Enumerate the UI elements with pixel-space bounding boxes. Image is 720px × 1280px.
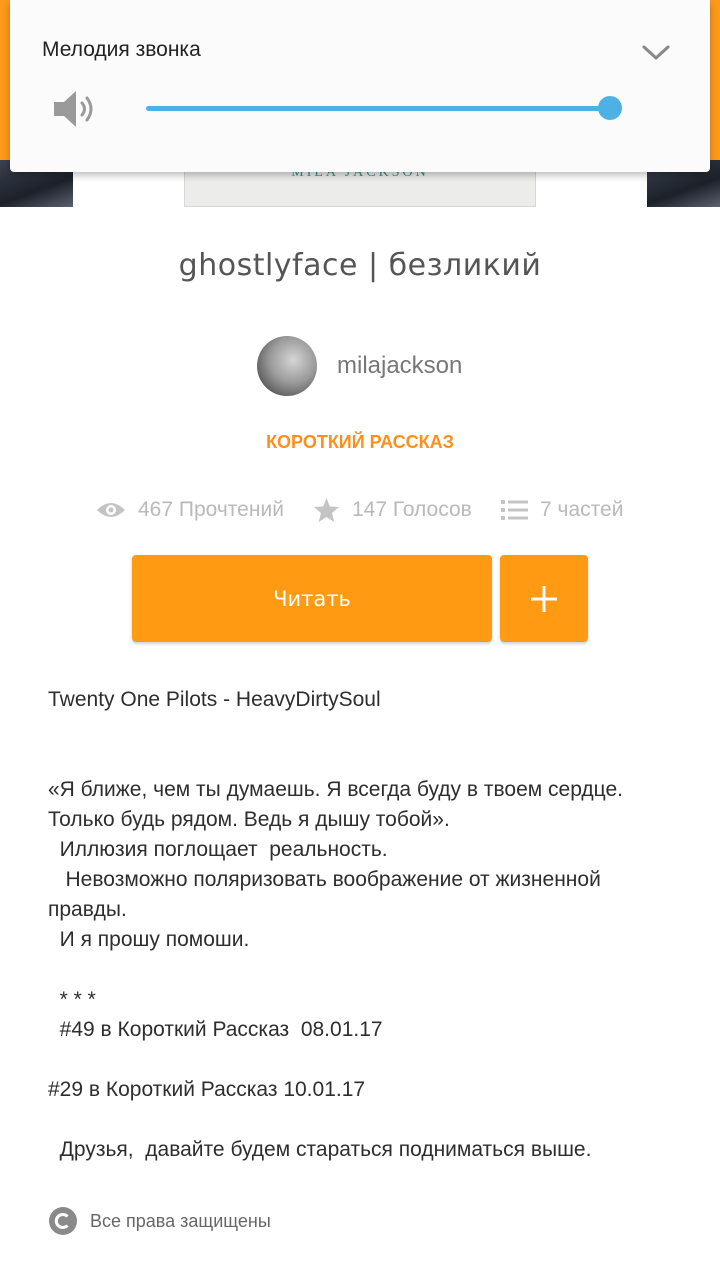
speaker-icon[interactable]	[52, 88, 100, 130]
author-avatar[interactable]	[257, 336, 317, 396]
story-category[interactable]: КОРОТКИЙ РАССКАЗ	[0, 432, 720, 453]
copyright-notice: Все права защищены	[48, 1206, 271, 1236]
volume-slider-fill	[146, 106, 610, 111]
votes-stat: 147 Голосов	[313, 492, 472, 528]
chevron-down-icon[interactable]	[638, 38, 674, 66]
parts-count: 7 частей	[540, 498, 624, 521]
description-line: #29 в Короткий Рассказ 10.01.17	[48, 1078, 366, 1101]
star-icon	[314, 498, 339, 522]
description-line: Только будь рядом. Ведь я дышу тобой».	[48, 808, 450, 831]
description-line: * * *	[48, 988, 96, 1011]
copyright-icon	[49, 1207, 77, 1235]
copyright-text: Все права защищены	[90, 1210, 271, 1231]
eye-icon	[97, 503, 125, 517]
parts-stat[interactable]: 7 частей	[501, 492, 623, 528]
reads-count: 467 Прочтений	[138, 498, 284, 521]
volume-popup: Мелодия звонка	[10, 0, 710, 172]
volume-slider-handle[interactable]	[598, 96, 622, 120]
list-icon	[501, 500, 528, 520]
volume-slider[interactable]	[146, 96, 622, 120]
plus-icon	[531, 585, 557, 612]
votes-count: 147 Голосов	[352, 498, 472, 521]
description-line: Иллюзия поглощает реальность.	[48, 838, 388, 861]
description-line: Twenty One Pilots - HeavyDirtySoul	[48, 688, 381, 711]
description-line: #49 в Короткий Рассказ 08.01.17	[48, 1018, 383, 1041]
volume-popup-title: Мелодия звонка	[42, 38, 201, 61]
description-line: Невозможно поляризовать воображение от ж…	[48, 868, 601, 891]
read-button[interactable]: Читать	[132, 555, 492, 642]
description-line: «Я ближе, чем ты думаешь. Я всегда буду …	[48, 778, 623, 801]
description-line: И я прошу помоши.	[48, 928, 250, 951]
story-stats: 467 Прочтений 147 Голосов 7 частей	[0, 492, 720, 528]
description-line: правды.	[48, 898, 127, 921]
author-name[interactable]: milajackson	[337, 352, 462, 380]
story-title: ghostlyface | безликий	[178, 248, 542, 283]
description-line: Друзья, давайте будем стараться поднимат…	[48, 1138, 592, 1161]
reads-stat: 467 Прочтений	[96, 492, 284, 528]
add-to-library-button[interactable]	[500, 555, 588, 642]
